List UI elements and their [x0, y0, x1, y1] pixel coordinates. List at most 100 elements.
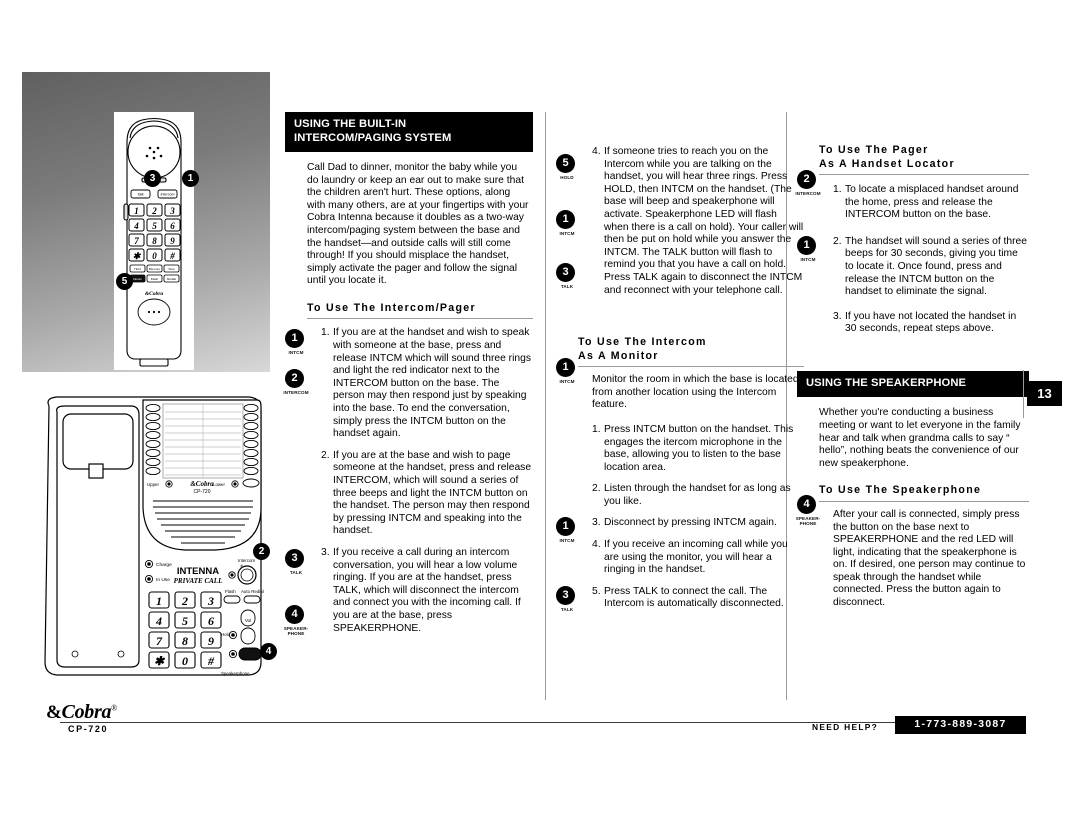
step-number: 3. [833, 310, 842, 322]
subhead-line2: As A Handset Locator [819, 157, 955, 170]
svg-text:Memory: Memory [149, 267, 161, 271]
step-body: 2. Listen through the handset for as lon… [592, 483, 804, 508]
step-body: 3. If you have not located the handset i… [833, 311, 1029, 336]
svg-text:3: 3 [207, 594, 214, 608]
svg-text:0: 0 [182, 654, 188, 668]
callout-badge-1: 1 [285, 329, 304, 349]
step-gutter: 5 HOLD 1 INTCM 3 TALK [556, 146, 592, 297]
callout-badge-2: 2 [797, 170, 816, 189]
step-body: 1. To locate a misplaced handset around … [833, 184, 1029, 222]
monitor-intro-block: 1 INTCM Monitor the room in which the ba… [556, 358, 804, 412]
svg-text:Hold: Hold [134, 267, 141, 271]
step-gutter: 1 INTCM [556, 517, 592, 543]
callout-label-talk: TALK [560, 284, 574, 289]
step-item: 2. Listen through the handset for as lon… [556, 483, 804, 508]
svg-text:5: 5 [182, 614, 188, 628]
step-gutter [556, 539, 592, 577]
callout-badge-1: 1 [556, 358, 575, 378]
step-text: Press TALK to connect the call. The Inte… [604, 585, 784, 610]
step-number: 1. [592, 423, 601, 435]
svg-text:CP-720: CP-720 [194, 489, 211, 495]
step-gutter: 1 INTCM [556, 358, 592, 412]
step-body: 3. Disconnect by pressing INTCM again. [592, 517, 804, 530]
svg-text:0: 0 [152, 251, 157, 261]
svg-text:&Cobra: &Cobra [190, 480, 214, 488]
step-text: If someone tries to reach you on the Int… [604, 146, 804, 296]
step-gutter [556, 483, 592, 508]
subhead-to-use-intercom-pager: To Use The Intercom/Pager [307, 302, 533, 320]
callout-badge-3: 3 [285, 548, 304, 568]
step-body: 5. Press TALK to connect the call. The I… [592, 586, 804, 611]
column-one: USING THE BUILT-IN INTERCOM/PAGING SYSTE… [283, 112, 533, 644]
svg-text:7: 7 [156, 634, 163, 648]
callout-label-speakerphone: SPEAKER-PHONE [795, 515, 821, 527]
step-body: 3. If you receive a call during an inter… [321, 547, 533, 635]
svg-text:Intercom: Intercom [161, 193, 175, 197]
svg-text:9: 9 [208, 634, 214, 648]
step-number: 4. [592, 539, 601, 551]
steps-intercom-pager: 1 INTCM 2 INTERCOM 1. If you are at the … [283, 327, 533, 637]
svg-text:&Cobra: &Cobra [145, 291, 164, 297]
svg-text:Talk: Talk [137, 193, 144, 197]
section-header-line1: USING THE BUILT-IN [294, 118, 407, 130]
callout-label-intercom: INTERCOM [795, 191, 821, 196]
step-text: If you are at the handset and wish to sp… [333, 327, 532, 440]
svg-text:INTENNA: INTENNA [177, 566, 219, 577]
callout-badge-1: 1 [797, 235, 816, 255]
column-three: To Use The Pager As A Handset Locator 2 … [795, 112, 1029, 610]
monitor-intro-text: Monitor the room in which the base is lo… [592, 374, 799, 411]
callout-label-speakerphone: SPEAKER-PHONE [283, 625, 309, 637]
svg-text:Intercom: Intercom [238, 558, 255, 563]
step-gutter [556, 424, 592, 474]
callout-label-talk: TALK [289, 569, 303, 575]
svg-text:Lower: Lower [213, 482, 225, 487]
steps-monitor: 1. Press INTCM button on the handset. Th… [556, 424, 804, 612]
subhead-line1: To Use The Pager [819, 144, 929, 156]
callout-label-intcm: INTCM [559, 231, 575, 236]
step-gutter [285, 450, 321, 538]
callout-label-talk: TALK [560, 606, 574, 612]
step-item: 2 INTERCOM 1. To locate a misplaced hand… [795, 170, 1029, 222]
svg-text:9: 9 [170, 236, 175, 246]
step-number: 2. [321, 449, 330, 461]
speakerphone-body-text-wrap: After your call is connected, simply pre… [833, 509, 1029, 610]
step-item: 1. Press INTCM button on the handset. Th… [556, 424, 804, 474]
step-text: If you are at the base and wish to page … [333, 449, 532, 537]
step-text: Listen through the handset for as long a… [604, 483, 791, 507]
speakerphone-intro-text: Whether you're conducting a business mee… [819, 407, 1021, 469]
intro-paragraph-intercom: Call Dad to dinner, monitor the baby whi… [285, 162, 533, 288]
step-body: 1. Press INTCM button on the handset. Th… [592, 424, 804, 474]
step-item: 3. If you have not located the handset i… [797, 311, 1029, 336]
step-item: 3 TALK 4 SPEAKER-PHONE 3. If you receive… [283, 547, 533, 637]
cobra-logo: &Cobra® [46, 701, 117, 724]
intro-text: Call Dad to dinner, monitor the baby whi… [307, 162, 529, 287]
step-number: 4. [592, 146, 601, 157]
cobra-ampersand-mark: & [46, 702, 62, 723]
step-number: 1. [833, 184, 842, 195]
callout-label-hold: HOLD [560, 175, 574, 180]
column-divider-1 [545, 112, 546, 700]
callout-label-intcm: INTCM [800, 256, 816, 262]
step-gutter: 4 SPEAKER-PHONE [795, 494, 833, 610]
svg-text:2: 2 [151, 206, 157, 216]
subhead-to-use-speakerphone: To Use The Speakerphone [819, 484, 1029, 502]
svg-text:Flash: Flash [225, 589, 236, 594]
step-gutter: 1 INTCM [797, 235, 833, 299]
svg-text:Charge: Charge [156, 562, 172, 568]
page-number-rule [1023, 370, 1024, 418]
step-item: 4. If you receive an incoming call while… [556, 539, 804, 577]
speakerphone-body-block: 4 SPEAKER-PHONE After your call is conne… [795, 494, 1029, 610]
svg-text:6: 6 [208, 614, 214, 628]
support-phone-number: 1-773-889-3087 [895, 716, 1026, 734]
step-number: 2. [833, 235, 842, 247]
svg-text:Flash: Flash [151, 277, 159, 281]
step-text: If you receive a call during an intercom… [333, 546, 521, 634]
svg-text:1: 1 [156, 594, 162, 608]
svg-text:5: 5 [152, 221, 157, 231]
step-item: 1 INTCM 2. The handset will sound a seri… [797, 235, 1029, 299]
svg-text:4: 4 [155, 614, 162, 628]
monitor-intro-text-wrap: Monitor the room in which the base is lo… [592, 374, 804, 412]
handset-callout-3: 3 [144, 170, 161, 187]
callout-badge-2: 2 [285, 369, 304, 389]
callout-badge-5: 5 [556, 154, 575, 173]
